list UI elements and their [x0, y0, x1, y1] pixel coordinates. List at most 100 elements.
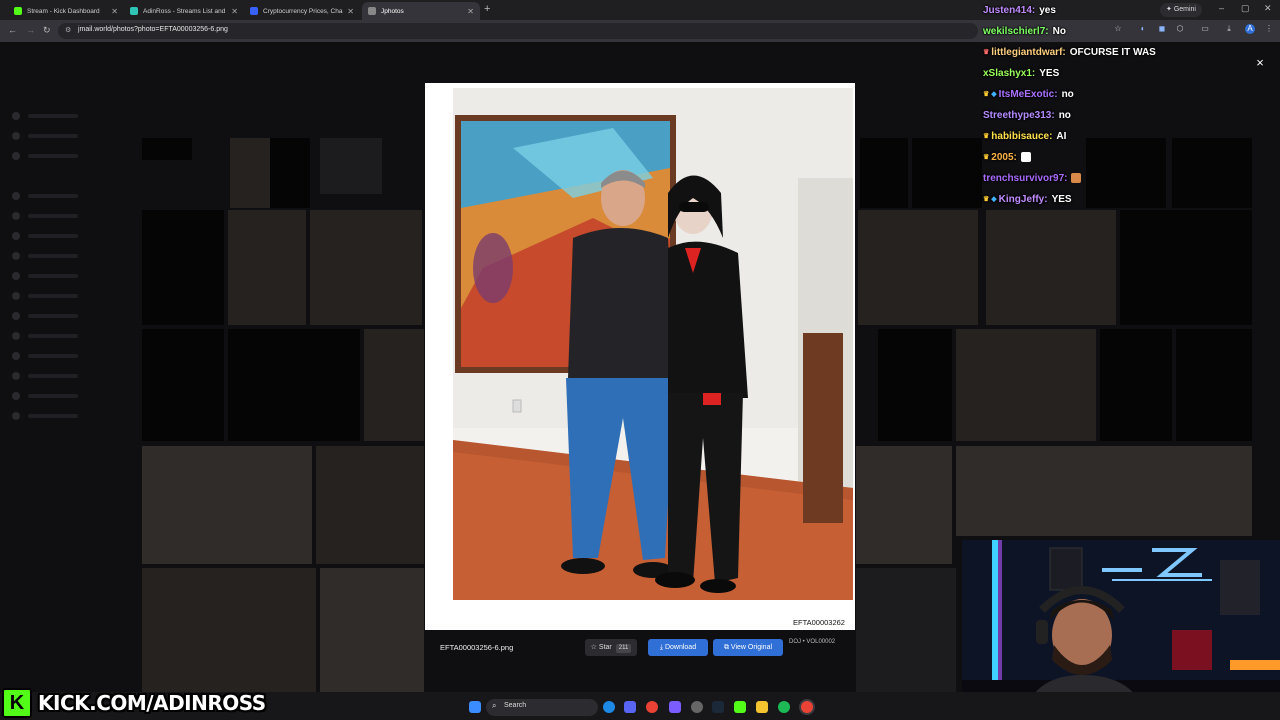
- sidebar-item[interactable]: [12, 232, 102, 240]
- kick-icon[interactable]: [734, 701, 746, 713]
- sidebar-item[interactable]: [12, 192, 102, 200]
- gallery-thumbnail[interactable]: [142, 568, 316, 692]
- tab-label: Stream - Kick Dashboard: [27, 7, 100, 15]
- sidebar-item[interactable]: [12, 312, 102, 320]
- gallery-thumbnail[interactable]: [860, 138, 908, 208]
- sidebar-item[interactable]: [12, 112, 102, 120]
- minimize-icon[interactable]: –: [1219, 3, 1224, 13]
- gallery-thumbnail[interactable]: [1100, 329, 1172, 441]
- tab-crypto-prices[interactable]: Cryptocurrency Prices, Charts A ✕: [244, 2, 360, 20]
- download-icon[interactable]: ⤓: [1224, 24, 1234, 34]
- gallery-thumbnail[interactable]: [142, 210, 224, 325]
- gallery-thumbnail[interactable]: [270, 138, 310, 208]
- back-icon[interactable]: ←: [8, 25, 17, 35]
- sidebar-item[interactable]: [12, 392, 102, 400]
- sidebar-item[interactable]: [12, 352, 102, 360]
- gallery-thumbnail[interactable]: [142, 138, 192, 160]
- site-info-icon[interactable]: ⚙: [65, 26, 71, 34]
- profile-avatar[interactable]: A: [1245, 24, 1255, 34]
- sidebar-item[interactable]: [12, 412, 102, 420]
- gemini-button[interactable]: ✦ Gemini: [1160, 3, 1202, 17]
- close-window-icon[interactable]: ✕: [1264, 3, 1272, 14]
- kick-channel-url: KICK.COM/ADINROSS: [38, 691, 266, 715]
- view-original-button[interactable]: ⧉ View Original: [713, 639, 783, 656]
- close-tab-icon[interactable]: ✕: [111, 7, 118, 16]
- close-tab-icon[interactable]: ✕: [467, 7, 474, 16]
- chat-message: ♛ littlegiantdwarf: OFCURSE IT WAS: [983, 47, 1156, 58]
- sidebar-item[interactable]: [12, 252, 102, 260]
- gallery-thumbnail[interactable]: [1120, 210, 1252, 325]
- extensions-puzzle-icon[interactable]: ⬡: [1175, 24, 1185, 34]
- taskbar-search[interactable]: ⌕ Search: [486, 699, 598, 716]
- tab-label: AdinRoss - Streams List and St: [143, 7, 228, 15]
- coin-icon: [250, 7, 258, 15]
- gallery-thumbnail[interactable]: [316, 446, 424, 564]
- gallery-thumbnail[interactable]: [956, 329, 1096, 441]
- edge-icon[interactable]: [603, 701, 615, 713]
- gallery-thumbnail[interactable]: [1176, 329, 1252, 441]
- emote-icon: [1020, 152, 1031, 163]
- discord-icon[interactable]: [624, 701, 636, 713]
- new-tab-button[interactable]: +: [484, 3, 490, 15]
- chat-message: ♛ habibisauce: AI: [983, 131, 1067, 142]
- tab-jphotos[interactable]: Jphotos ✕: [362, 2, 480, 20]
- close-tab-icon[interactable]: ✕: [347, 7, 354, 16]
- gallery-thumbnail[interactable]: [142, 446, 312, 564]
- close-tab-icon[interactable]: ✕: [231, 7, 238, 16]
- gallery-thumbnail[interactable]: [320, 568, 424, 692]
- sidebar-item[interactable]: [12, 152, 102, 160]
- spotify-icon[interactable]: [778, 701, 790, 713]
- menu-icon[interactable]: ⋮: [1264, 24, 1274, 34]
- sidebar-item[interactable]: [12, 272, 102, 280]
- sidebar-item[interactable]: [12, 292, 102, 300]
- gallery-thumbnail[interactable]: [364, 329, 424, 441]
- download-button[interactable]: ⤓ Download: [648, 639, 708, 656]
- app-icon[interactable]: [669, 701, 681, 713]
- gallery-thumbnail[interactable]: [310, 210, 422, 325]
- chrome-icon[interactable]: [646, 701, 658, 713]
- gallery-thumbnail[interactable]: [956, 446, 1252, 536]
- bookmark-star-icon[interactable]: ☆: [1113, 24, 1123, 34]
- gallery-thumbnail[interactable]: [878, 329, 952, 441]
- gallery-thumbnail[interactable]: [228, 210, 306, 325]
- tracker-icon: [130, 7, 138, 15]
- star-button[interactable]: ☆ Star 211: [585, 639, 637, 656]
- tab-streams-list[interactable]: AdinRoss - Streams List and St ✕: [124, 2, 244, 20]
- chrome-active-icon[interactable]: [801, 701, 813, 713]
- maximize-icon[interactable]: ▢: [1241, 3, 1250, 14]
- gallery-thumbnail[interactable]: [320, 138, 382, 194]
- tab-label: Cryptocurrency Prices, Charts A: [263, 7, 343, 15]
- reload-icon[interactable]: ↻: [43, 25, 51, 36]
- gallery-thumbnail[interactable]: [230, 138, 270, 208]
- gallery-thumbnail[interactable]: [228, 329, 360, 441]
- chat-message: ♛ ◆ ItsMeExotic: no: [983, 89, 1074, 100]
- gallery-thumbnail[interactable]: [1086, 138, 1166, 208]
- windows-start-icon[interactable]: [469, 701, 481, 713]
- app-icon[interactable]: [691, 701, 703, 713]
- folder-icon[interactable]: [756, 701, 768, 713]
- diamond-badge-icon: ◆: [991, 196, 997, 204]
- sidebar-item[interactable]: [12, 132, 102, 140]
- gallery-thumbnail[interactable]: [142, 329, 224, 441]
- forward-icon[interactable]: →: [26, 25, 35, 35]
- star-icon: ☆: [590, 644, 599, 651]
- sidebar-item[interactable]: [12, 212, 102, 220]
- sidebar-item[interactable]: [12, 332, 102, 340]
- steam-icon[interactable]: [712, 701, 724, 713]
- address-bar[interactable]: ⚙ jmail.world/photos?photo=EFTA00003256-…: [58, 23, 978, 39]
- gallery-thumbnail[interactable]: [856, 568, 956, 692]
- chat-message: ♛ ◆ KingJeffy: YES: [983, 194, 1072, 205]
- gallery-thumbnail[interactable]: [858, 210, 978, 325]
- sidebar-item[interactable]: [12, 372, 102, 380]
- gallery-thumbnail[interactable]: [912, 138, 982, 208]
- gallery-thumbnail[interactable]: [986, 210, 1116, 325]
- sidebar-icon[interactable]: ▭: [1200, 24, 1210, 34]
- chat-message: ♛ 2005:: [983, 152, 1031, 163]
- gallery-thumbnail[interactable]: [1172, 138, 1252, 208]
- extension-icon[interactable]: ◐: [1138, 24, 1148, 34]
- source-label: DOJ • VOL00002: [789, 639, 836, 645]
- tab-kick-dashboard[interactable]: Stream - Kick Dashboard ✕: [8, 2, 124, 20]
- close-modal-icon[interactable]: ×: [1253, 56, 1267, 70]
- gallery-thumbnail[interactable]: [856, 446, 952, 564]
- extension-icon[interactable]: ◼: [1157, 24, 1167, 34]
